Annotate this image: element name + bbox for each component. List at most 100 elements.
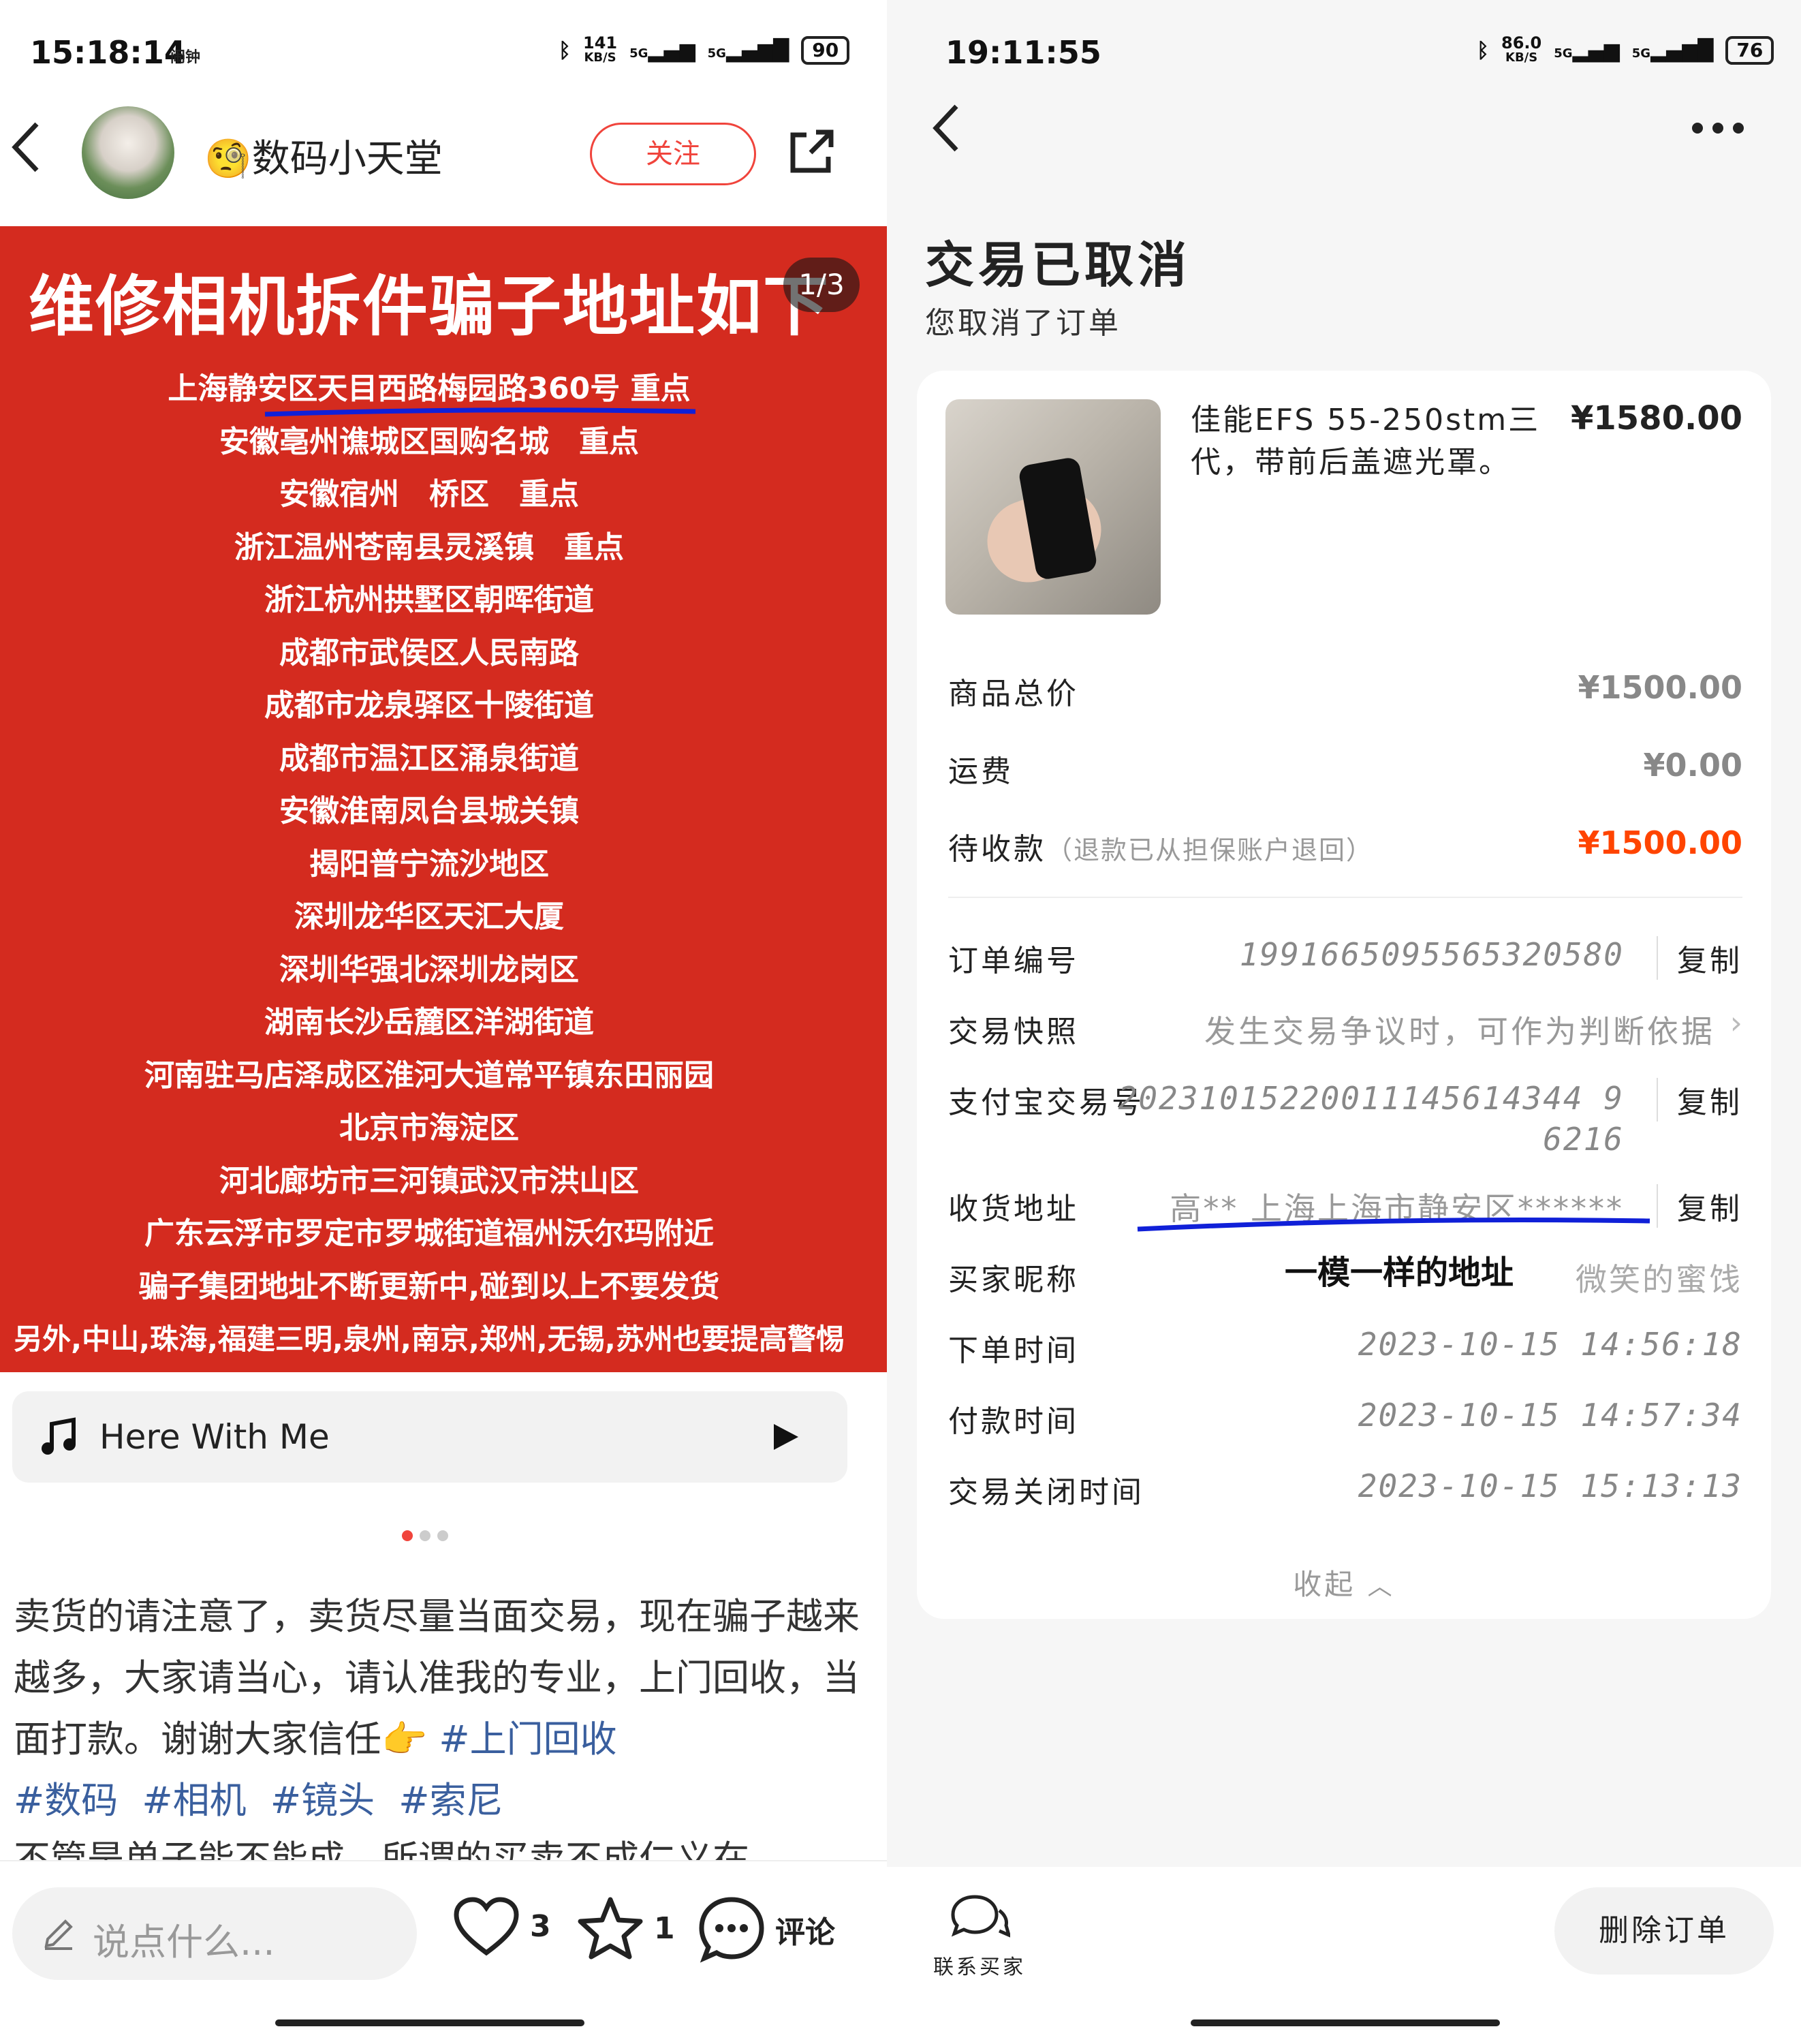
snapshot-row[interactable]: 交易快照 发生交易争议时，可作为判断依据 › xyxy=(948,1004,1742,1050)
share-button[interactable] xyxy=(783,125,838,180)
banner-address-line: 安徽淮南凤台县城关镇 xyxy=(279,794,579,829)
highlight-underline xyxy=(1137,1218,1650,1232)
collect-button[interactable]: 1 xyxy=(576,1895,675,1961)
tag-link[interactable]: #索尼 xyxy=(398,1779,503,1822)
play-icon[interactable] xyxy=(770,1421,801,1453)
alarm-indicator: 闹钟 xyxy=(170,49,201,66)
net-speed: 86.0 xyxy=(1501,33,1542,52)
author-name[interactable]: 🧐数码小天堂 xyxy=(204,128,443,183)
home-indicator[interactable] xyxy=(1191,2019,1500,2026)
chevron-right-icon: › xyxy=(1729,1004,1742,1041)
heart-icon xyxy=(454,1897,519,1956)
banner-address-list: 上海静安区天目西路梅园路360号 重点 安徽亳州谯城区国购名城 重点 安徽宿州 桥区… xyxy=(0,362,858,1366)
battery-indicator: 76 xyxy=(1725,36,1774,65)
music-bar[interactable]: Here With Me xyxy=(12,1391,847,1483)
order-card: 佳能EFS 55-250stm三代，带前后盖遮光罩。 ¥1580.00 商品总价… xyxy=(917,371,1771,1619)
pending-row: 待收款（退款已从担保账户退回） ¥1500.00 xyxy=(948,824,1742,867)
delete-order-button[interactable]: 删除订单 xyxy=(1554,1887,1774,1975)
copy-address-button[interactable]: 复制 xyxy=(1657,1184,1742,1228)
close-time-row: 交易关闭时间 2023-10-15 15:13:13 xyxy=(948,1468,1742,1510)
home-indicator[interactable] xyxy=(275,2019,584,2026)
banner-address-line: 广东云浮市罗定市罗城街道福州沃尔玛附近 xyxy=(144,1216,714,1251)
post-body: 卖货的请注意了，卖货尽量当面交易，现在骗子越来越多，大家请当心，请认准我的专业，… xyxy=(14,1586,873,1831)
banner-title: 维修相机拆件骗子地址如下 xyxy=(29,268,830,345)
collapse-button[interactable]: 收起 ︿ xyxy=(917,1562,1771,1603)
order-time-row: 下单时间 2023-10-15 14:56:18 xyxy=(948,1326,1742,1368)
status-time: 15:18:14 xyxy=(30,34,186,71)
monocle-emoji-icon: 🧐 xyxy=(204,137,252,181)
music-note-icon xyxy=(42,1417,76,1455)
speech-bubble-icon xyxy=(699,1897,764,1963)
banner-address-line: 成都市武侯区人民南路 xyxy=(279,635,579,670)
product-price: ¥1580.00 xyxy=(1570,399,1742,437)
tag-link[interactable]: #数码 xyxy=(14,1779,118,1822)
net-unit: KB/S xyxy=(584,50,616,65)
banner-address-line: 骗子集团地址不断更新中,碰到以上不要发货 xyxy=(138,1269,720,1304)
banner-address-line: 浙江温州苍南县灵溪镇 重点 xyxy=(234,529,624,565)
post-text-continued: 不管是单子能不能成，所谓的买卖不成仁义在 xyxy=(14,1838,749,1863)
summary-row: 商品总价 ¥1500.00 xyxy=(948,669,1742,711)
copy-alipay-number-button[interactable]: 复制 xyxy=(1657,1078,1742,1121)
right-screen: 19:11:55 ᛒ 86.0 KB/S 5G▂▄▆ 5G▂▄▆█ 76 交易已… xyxy=(887,0,1801,2044)
avatar[interactable] xyxy=(82,106,174,199)
like-count: 3 xyxy=(530,1908,551,1944)
handwritten-annotation: 一模一样的地址 xyxy=(1285,1254,1514,1292)
follow-button[interactable]: 关注 xyxy=(590,123,756,185)
back-button[interactable] xyxy=(929,101,963,155)
status-bar: 19:11:55 ᛒ 86.0 KB/S 5G▂▄▆ 5G▂▄▆█ 76 xyxy=(887,0,1801,109)
divider xyxy=(948,897,1742,898)
comment-placeholder: 说点什么... xyxy=(93,1921,275,1964)
banner-address-line: 河南驻马店泽成区淮河大道常平镇东田丽园 xyxy=(144,1057,714,1093)
status-bar: 15:18:14 闹钟 ᛒ 141 KB/S 5G▂▄▆ 5G▂▄▆█ 90 xyxy=(0,0,887,109)
chevron-left-icon xyxy=(12,122,39,172)
banner-address-line: 成都市龙泉驿区十陵街道 xyxy=(264,688,594,723)
banner-address-line: 深圳华强北深圳龙岗区 xyxy=(279,952,579,987)
comment-label: 评论 xyxy=(775,1915,835,1950)
bluetooth-icon: ᛒ xyxy=(559,38,571,63)
post-image-banner[interactable]: 维修相机拆件骗子地址如下 1/3 上海静安区天目西路梅园路360号 重点 安徽亳州… xyxy=(0,226,887,1372)
net-speed: 141 xyxy=(583,33,618,52)
signal-icon: 5G▂▄▆ xyxy=(629,38,695,63)
alipay-number-row: 支付宝交易号 20231015220011145614344 9 6216 复制 xyxy=(948,1078,1742,1160)
highlight-underline xyxy=(264,407,696,417)
pay-time-row: 付款时间 2023-10-15 14:57:34 xyxy=(948,1397,1742,1439)
chevron-up-icon: ︿ xyxy=(1367,1573,1395,1600)
tag-link[interactable]: #上门回收 xyxy=(439,1718,616,1761)
tag-link[interactable]: #镜头 xyxy=(270,1779,375,1822)
copy-order-number-button[interactable]: 复制 xyxy=(1657,936,1742,980)
battery-indicator: 90 xyxy=(801,36,850,65)
signal-icon: 5G▂▄▆█ xyxy=(1631,38,1714,63)
bottom-action-bar: 说点什么... 3 1 评论 xyxy=(0,1860,887,2044)
order-status-title: 交易已取消 xyxy=(925,236,1191,294)
comment-button[interactable]: 评论 xyxy=(698,1895,835,1964)
contact-buyer-button[interactable]: 联系买家 xyxy=(925,1893,1034,1980)
signal-icon: 5G▂▄▆ xyxy=(1554,38,1620,63)
like-button[interactable]: 3 xyxy=(452,1895,551,1957)
net-unit: KB/S xyxy=(1505,50,1538,65)
comment-input[interactable]: 说点什么... xyxy=(12,1887,417,1980)
banner-address-line: 河北廊坊市三河镇武汉市洪山区 xyxy=(219,1163,639,1198)
music-title: Here With Me xyxy=(99,1417,330,1457)
more-options-button[interactable] xyxy=(1692,123,1744,134)
chat-bubbles-icon xyxy=(951,1895,1012,1938)
banner-address-line: 浙江杭州拱墅区朝晖街道 xyxy=(264,583,594,617)
image-pager: 1/3 xyxy=(783,258,860,312)
contact-buyer-label: 联系买家 xyxy=(933,1955,1026,1979)
bluetooth-icon: ᛒ xyxy=(1477,38,1489,63)
carousel-dots xyxy=(402,1530,448,1541)
order-status-subtitle: 您取消了订单 xyxy=(925,306,1121,341)
bottom-action-bar: 联系买家 删除订单 xyxy=(887,1867,1801,2044)
product-name[interactable]: 佳能EFS 55-250stm三代，带前后盖遮光罩。 xyxy=(1191,399,1545,484)
banner-address-line: 安徽宿州 桥区 重点 xyxy=(279,477,579,512)
order-number-row: 订单编号 1991665095565320580 复制 xyxy=(948,936,1742,980)
banner-address-line: 北京市海淀区 xyxy=(339,1111,519,1145)
banner-address-line: 另外,中山,珠海,福建三明,泉州,南京,郑州,无锡,苏州也要提高警惕 xyxy=(14,1322,845,1356)
pencil-icon xyxy=(44,1919,73,1950)
back-button[interactable] xyxy=(10,120,44,185)
summary-row: 运费 ¥0.00 xyxy=(948,747,1742,789)
tag-link[interactable]: #相机 xyxy=(142,1779,246,1822)
post-text: 卖货的请注意了，卖货尽量当面交易，现在骗子越来越多，大家请当心，请认准我的专业，… xyxy=(14,1595,860,1761)
star-icon xyxy=(578,1897,643,1960)
left-screen: 15:18:14 闹钟 ᛒ 141 KB/S 5G▂▄▆ 5G▂▄▆█ 90 🧐… xyxy=(0,0,887,2044)
product-thumbnail[interactable] xyxy=(945,399,1161,615)
